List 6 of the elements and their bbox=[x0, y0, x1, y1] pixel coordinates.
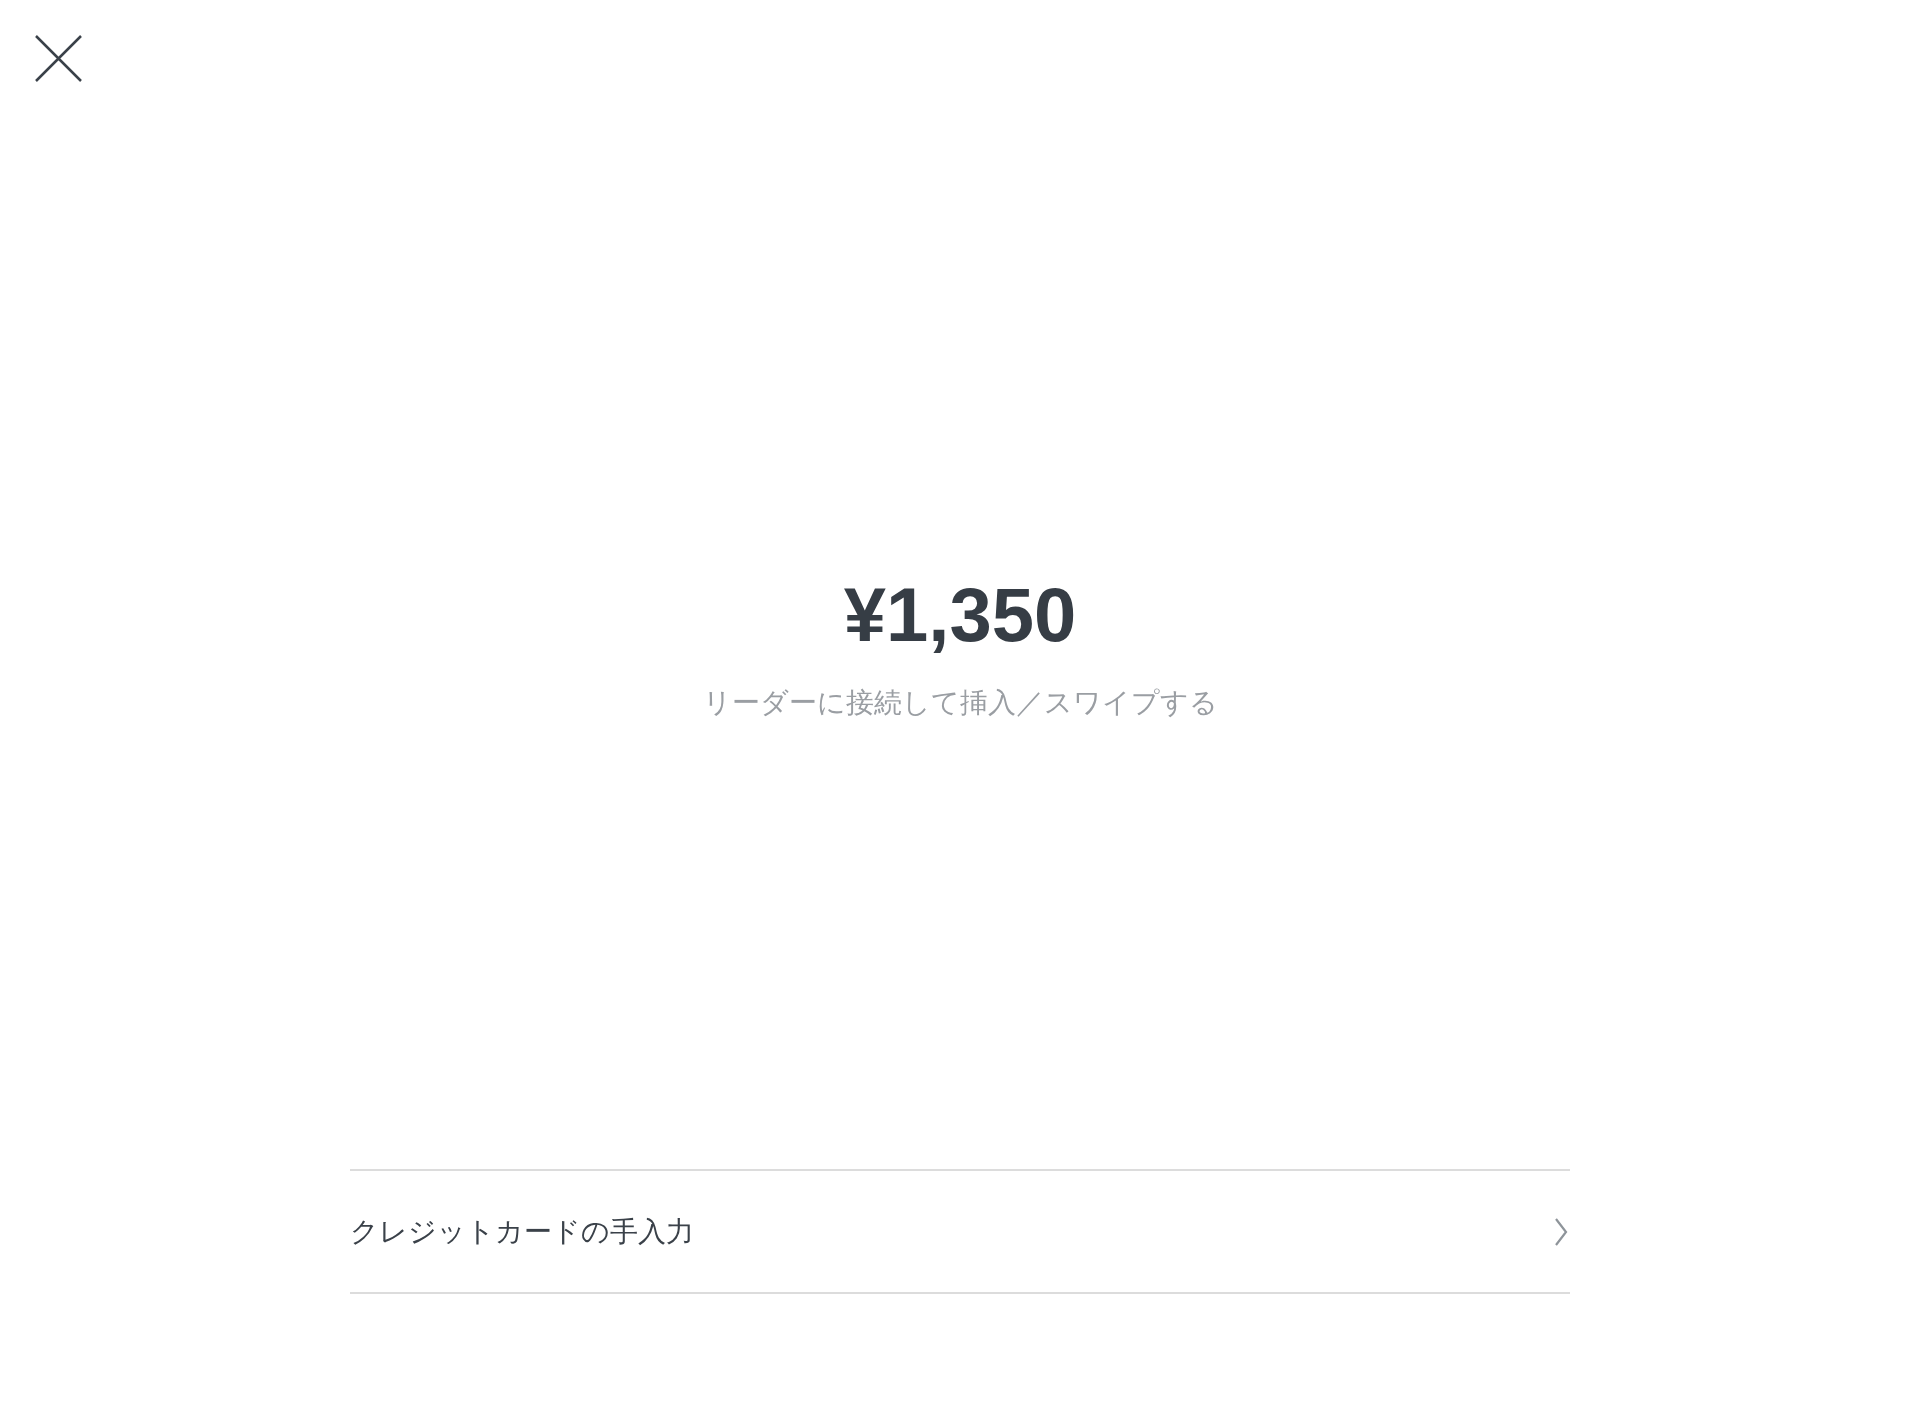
close-icon bbox=[34, 34, 83, 83]
close-button[interactable] bbox=[34, 34, 83, 83]
manual-card-entry-row[interactable]: クレジットカードの手入力 bbox=[350, 1171, 1570, 1294]
reader-instruction: リーダーに接続して挿入／スワイプする bbox=[701, 685, 1219, 721]
chevron-right-icon bbox=[1554, 1216, 1568, 1247]
payment-amount: ¥1,350 bbox=[842, 571, 1078, 659]
